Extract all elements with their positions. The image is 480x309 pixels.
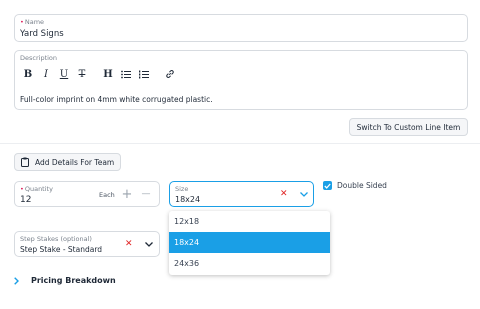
size-option-selected[interactable]: 18x24 <box>169 232 330 253</box>
step-stakes-label: Step Stakes (optional) <box>20 235 92 243</box>
quantity-unit: Each <box>99 191 115 199</box>
size-label: Size <box>175 185 189 193</box>
quantity-label: •Quantity <box>20 185 53 193</box>
check-icon <box>324 183 331 189</box>
step-stakes-value: Step Stake - Standard <box>20 245 103 254</box>
link-icon[interactable] <box>162 66 178 82</box>
italic-button[interactable]: I <box>38 66 54 82</box>
clear-step-stakes-icon[interactable]: ✕ <box>125 239 133 249</box>
name-label: •Name <box>20 18 45 26</box>
chevron-down-icon[interactable] <box>300 192 308 197</box>
chevron-right-icon <box>14 276 19 285</box>
size-option[interactable]: 24x36 <box>169 253 330 274</box>
size-dropdown-menu: 12x18 18x24 24x36 <box>169 211 330 275</box>
add-details-for-team-button[interactable]: Add Details For Team <box>14 153 121 171</box>
pricing-breakdown-toggle[interactable]: Pricing Breakdown <box>14 276 116 285</box>
bullet-list-icon[interactable] <box>118 66 134 82</box>
numbered-list-icon[interactable] <box>136 66 152 82</box>
size-option[interactable]: 12x18 <box>169 211 330 232</box>
step-stakes-select[interactable]: Step Stakes (optional) Step Stake - Stan… <box>14 231 160 257</box>
formatting-toolbar: B I U T H <box>20 65 180 83</box>
description-text: Full-color imprint on 4mm white corrugat… <box>20 95 213 104</box>
double-sided-checkbox[interactable] <box>323 181 332 190</box>
quantity-field[interactable]: •Quantity 12 Each + — <box>14 181 160 207</box>
quantity-value: 12 <box>20 195 32 205</box>
size-value: 18x24 <box>175 195 201 204</box>
double-sided-label: Double Sided <box>337 181 387 190</box>
heading-button[interactable]: H <box>100 66 116 82</box>
increment-button[interactable]: + <box>120 187 134 202</box>
clipboard-icon <box>21 157 29 167</box>
clear-size-icon[interactable]: ✕ <box>280 189 288 199</box>
bold-button[interactable]: B <box>20 66 36 82</box>
underline-button[interactable]: U <box>56 66 72 82</box>
switch-to-custom-line-item-button[interactable]: Switch To Custom Line Item <box>349 118 468 136</box>
chevron-down-icon[interactable] <box>145 242 153 247</box>
name-value: Yard Signs <box>20 29 64 39</box>
size-select[interactable]: Size 18x24 ✕ <box>169 181 314 207</box>
pricing-breakdown-label: Pricing Breakdown <box>31 276 116 285</box>
name-field[interactable]: •Name Yard Signs <box>14 14 468 42</box>
add-details-label: Add Details For Team <box>35 157 115 167</box>
divider <box>0 143 480 144</box>
strikethrough-button[interactable]: T <box>74 66 90 82</box>
decrement-button[interactable]: — <box>139 187 153 201</box>
description-label: Description <box>20 54 58 62</box>
description-editor[interactable]: Description B I U T H Full-color imprint… <box>14 50 468 110</box>
